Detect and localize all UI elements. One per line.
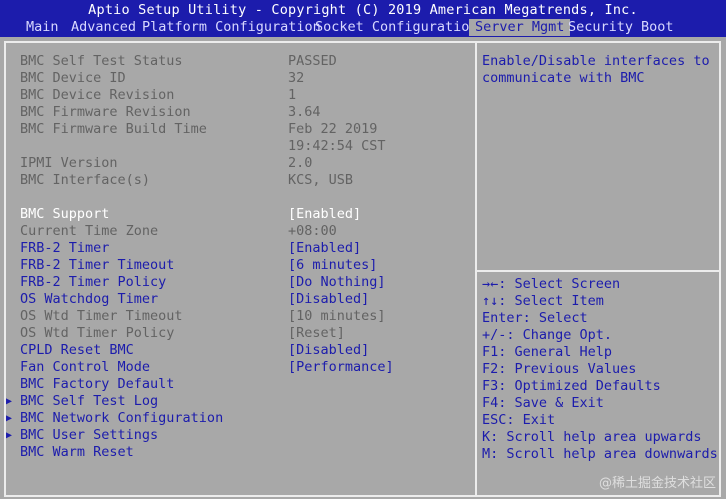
submenu-bmc-network-configuration[interactable]: ▶ BMC Network Configuration (0, 410, 475, 427)
setting-label: IPMI Version (20, 155, 118, 171)
app-title: Aptio Setup Utility - Copyright (C) 2019… (88, 2, 638, 18)
setting-label: OS Wtd Timer Policy (20, 325, 175, 341)
tab-advanced[interactable]: Advanced (71, 19, 136, 36)
setting-label: OS Wtd Timer Timeout (20, 308, 183, 324)
setting-bmc-interfaces: BMC Interface(s) KCS, USB (0, 172, 475, 189)
setting-value: 19:42:54 CST (288, 138, 386, 154)
setting-value: KCS, USB (288, 172, 354, 188)
key-hint-optimized-defaults: F3: Optimized Defaults (482, 378, 661, 394)
submenu-bmc-self-test-log[interactable]: ▶ BMC Self Test Log (0, 393, 475, 410)
tab-socket-configuration[interactable]: Socket Configuration (315, 19, 478, 36)
setting-value[interactable]: [Enabled] (288, 240, 361, 257)
setting-value[interactable]: [Do Nothing] (288, 274, 386, 291)
submenu-arrow-icon: ▶ (6, 430, 13, 441)
key-hint-enter: Enter: Select (482, 310, 588, 326)
setting-os-wtd-timer-timeout: OS Wtd Timer Timeout [10 minutes] (0, 308, 475, 325)
help-text: Enable/Disable interfaces to communicate… (482, 53, 710, 86)
setting-bmc-firmware-build-time: BMC Firmware Build Time Feb 22 2019 (0, 121, 475, 138)
setting-value[interactable]: [Disabled] (288, 342, 369, 359)
menu-bmc-factory-default[interactable]: BMC Factory Default (0, 376, 475, 393)
tab-bar: Main Advanced Platform Configuration Soc… (0, 19, 726, 36)
setting-bmc-device-revision: BMC Device Revision 1 (0, 87, 475, 104)
watermark: @稀土掘金技术社区 (598, 476, 716, 491)
tab-security[interactable]: Security (568, 19, 633, 36)
setting-label: BMC Firmware Revision (20, 104, 191, 120)
setting-frb2-timer[interactable]: FRB-2 Timer [Enabled] (0, 240, 475, 257)
tab-server-mgmt[interactable]: Server Mgmt (469, 19, 571, 36)
title-bar: Aptio Setup Utility - Copyright (C) 2019… (0, 0, 726, 37)
menu-label: BMC Network Configuration (20, 410, 224, 426)
setting-bmc-firmware-revision: BMC Firmware Revision 3.64 (0, 104, 475, 121)
setting-ipmi-version: IPMI Version 2.0 (0, 155, 475, 172)
key-hint-general-help: F1: General Help (482, 344, 613, 360)
key-hint-save-exit: F4: Save & Exit (482, 395, 604, 411)
key-hint-select-screen: →←: Select Screen (482, 276, 621, 292)
submenu-arrow-icon: ▶ (6, 413, 13, 424)
setting-bmc-support[interactable]: BMC Support [Enabled] (0, 206, 475, 223)
setting-value: 2.0 (288, 155, 313, 171)
setting-value[interactable]: [Disabled] (288, 291, 369, 308)
setting-label: Fan Control Mode (20, 359, 151, 375)
menu-label: BMC User Settings (20, 427, 159, 443)
key-hint-exit: ESC: Exit (482, 412, 556, 428)
setting-value[interactable]: [Enabled] (288, 206, 361, 223)
setting-value: [Reset] (288, 325, 345, 341)
setting-label: BMC Firmware Build Time (20, 121, 207, 137)
setting-os-wtd-timer-policy: OS Wtd Timer Policy [Reset] (0, 325, 475, 342)
setting-label: BMC Support (20, 206, 110, 222)
setting-label: BMC Self Test Status (20, 53, 183, 69)
setting-bmc-self-test-status: BMC Self Test Status PASSED (0, 53, 475, 70)
setting-value[interactable]: [6 minutes] (288, 257, 377, 274)
key-hint-select-item: ↑↓: Select Item (482, 293, 604, 309)
tab-boot[interactable]: Boot (641, 19, 674, 36)
setting-label: Current Time Zone (20, 223, 159, 239)
help-divider (477, 270, 719, 272)
menu-label: BMC Warm Reset (20, 444, 134, 460)
setting-label: CPLD Reset BMC (20, 342, 134, 358)
setting-value: Feb 22 2019 (288, 121, 378, 137)
tab-platform-configuration[interactable]: Platform Configuration (142, 19, 321, 36)
key-hint-change-opt: +/-: Change Opt. (482, 327, 613, 343)
setting-value: [10 minutes] (288, 308, 386, 324)
setting-value: 3.64 (288, 104, 321, 120)
setting-value: 1 (288, 87, 297, 103)
setting-label: BMC Device ID (20, 70, 126, 86)
setting-frb2-timer-policy[interactable]: FRB-2 Timer Policy [Do Nothing] (0, 274, 475, 291)
menu-label: BMC Self Test Log (20, 393, 159, 409)
menu-label: BMC Factory Default (20, 376, 175, 392)
key-hint-previous-values: F2: Previous Values (482, 361, 637, 377)
submenu-arrow-icon: ▶ (6, 396, 13, 407)
setting-os-watchdog-timer[interactable]: OS Watchdog Timer [Disabled] (0, 291, 475, 308)
menu-bmc-warm-reset[interactable]: BMC Warm Reset (0, 444, 475, 461)
setting-fan-control-mode[interactable]: Fan Control Mode [Performance] (0, 359, 475, 376)
key-hint-scroll-down: M: Scroll help area downwards (482, 446, 718, 462)
setting-value: PASSED (288, 53, 337, 69)
setting-cpld-reset-bmc[interactable]: CPLD Reset BMC [Disabled] (0, 342, 475, 359)
setting-value: 32 (288, 70, 305, 86)
setting-bmc-device-id: BMC Device ID 32 (0, 70, 475, 87)
setting-value[interactable]: [Performance] (288, 359, 394, 376)
setting-value: +08:00 (288, 223, 337, 239)
setting-label: OS Watchdog Timer (20, 291, 159, 307)
setting-label: BMC Interface(s) (20, 172, 151, 188)
setting-frb2-timer-timeout[interactable]: FRB-2 Timer Timeout [6 minutes] (0, 257, 475, 274)
setting-bmc-firmware-build-time-cont: 19:42:54 CST (0, 138, 475, 155)
key-hint-scroll-up: K: Scroll help area upwards (482, 429, 702, 445)
setting-label: FRB-2 Timer Timeout (20, 257, 175, 273)
setting-label: BMC Device Revision (20, 87, 175, 103)
setting-label: FRB-2 Timer (20, 240, 110, 256)
tab-main[interactable]: Main (26, 19, 59, 36)
setting-label: FRB-2 Timer Policy (20, 274, 167, 290)
submenu-bmc-user-settings[interactable]: ▶ BMC User Settings (0, 427, 475, 444)
setting-current-time-zone: Current Time Zone +08:00 (0, 223, 475, 240)
